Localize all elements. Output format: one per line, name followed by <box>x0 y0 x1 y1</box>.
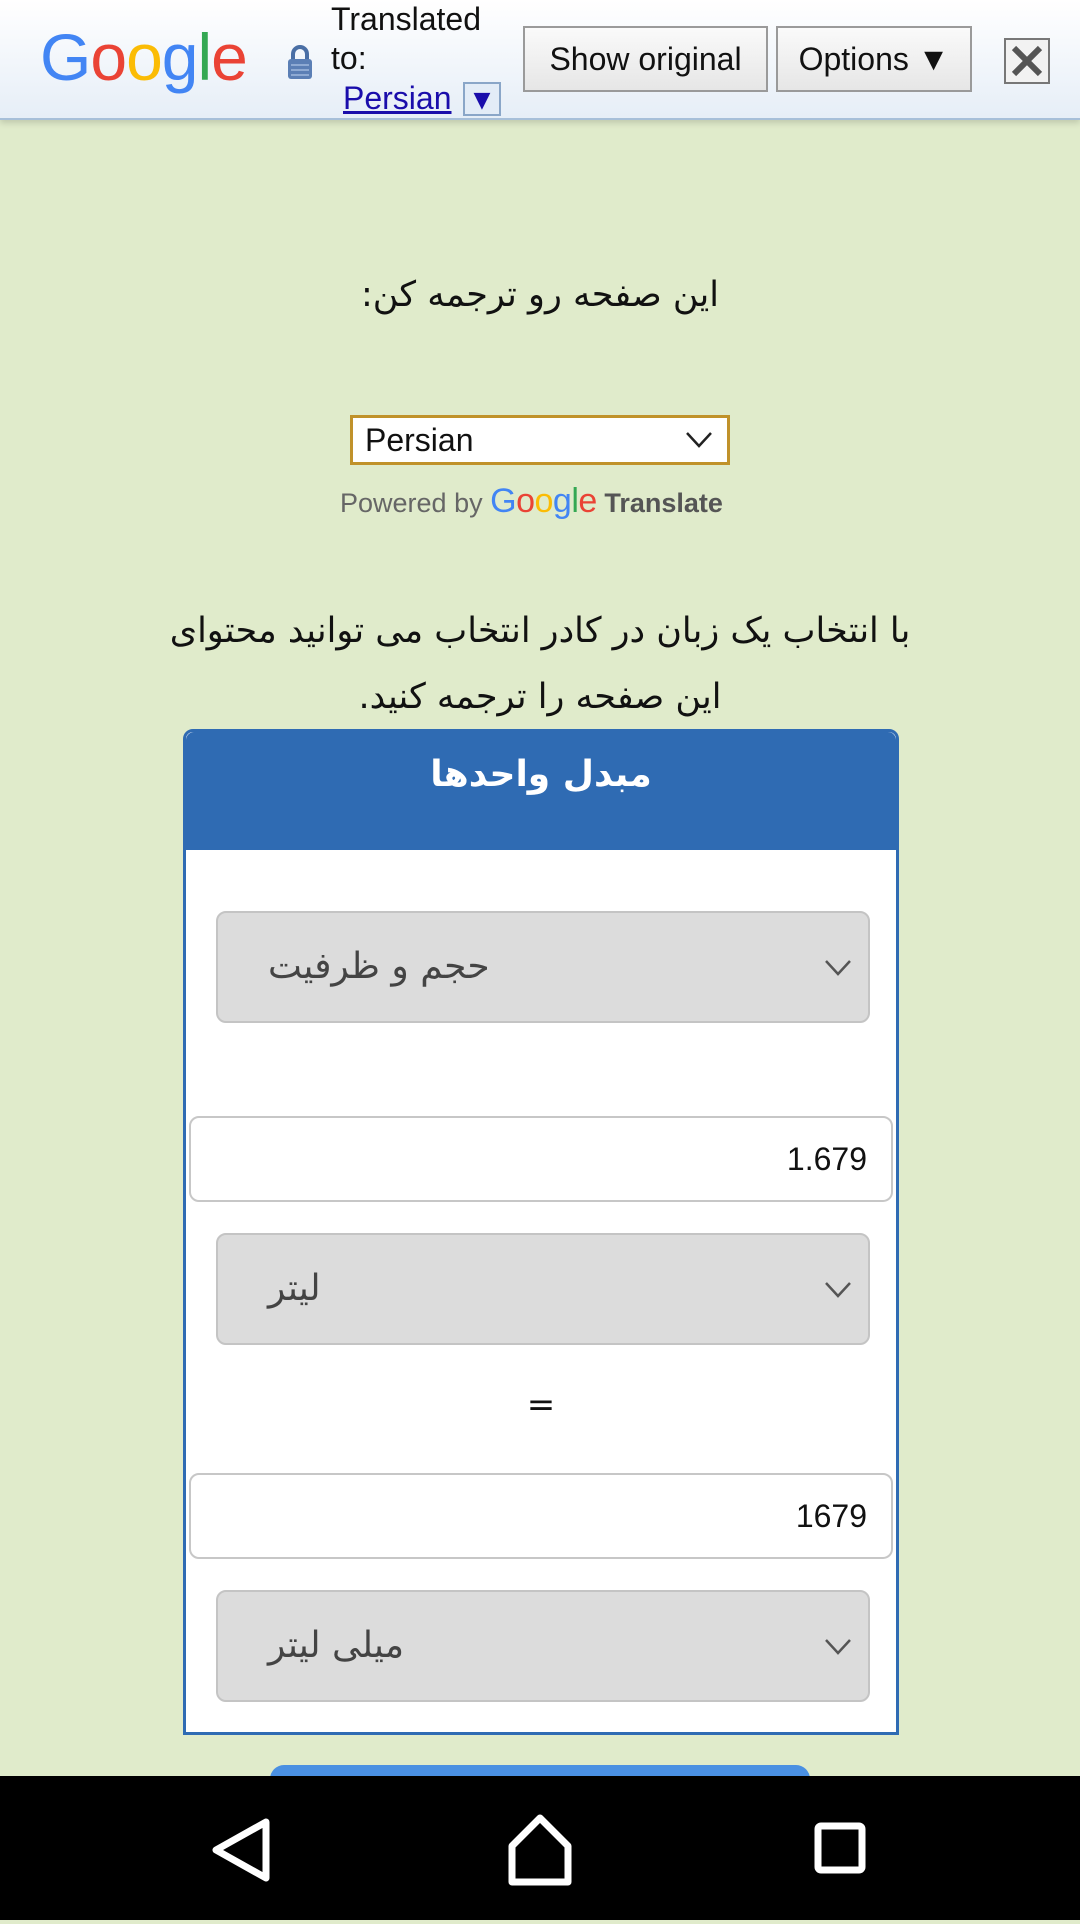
from-unit-select[interactable]: لیتر <box>216 1233 870 1345</box>
translate-prompt: این صفحه رو ترجمه کن: <box>361 275 719 315</box>
category-select[interactable]: حجم و ظرفیت <box>216 911 870 1023</box>
output-value-field[interactable]: 1679 <box>189 1473 893 1559</box>
close-button[interactable] <box>1004 38 1050 84</box>
options-button[interactable]: Options ▼ <box>776 26 972 92</box>
google-translate-bar: Google Translated to: Persian ▼ Show ori… <box>0 0 1080 120</box>
chevron-down-icon <box>686 432 712 448</box>
powered-by-label: Powered by <box>340 488 483 518</box>
recents-button[interactable] <box>780 1776 900 1920</box>
powered-by-google-translate[interactable]: Powered by Google Translate <box>340 478 723 526</box>
chevron-down-icon <box>825 960 851 976</box>
category-select-value: حجم و ظرفیت <box>268 946 490 987</box>
language-dropdown-button[interactable]: ▼ <box>463 82 501 116</box>
google-mini-logo: Google <box>490 482 597 520</box>
input-value-field[interactable]: 1.679 <box>189 1116 893 1202</box>
chevron-down-icon <box>825 1639 851 1655</box>
system-navigation-bar <box>0 1776 1080 1920</box>
language-select[interactable]: Persian <box>350 415 730 465</box>
language-select-value: Persian <box>365 422 474 458</box>
recents-icon <box>814 1822 866 1874</box>
from-unit-value: لیتر <box>268 1268 321 1309</box>
show-original-button[interactable]: Show original <box>523 26 768 92</box>
to-unit-value: میلی لیتر <box>268 1625 405 1666</box>
lock-icon <box>288 45 312 79</box>
translated-to-label: Translated to: <box>331 1 481 76</box>
to-unit-select[interactable]: میلی لیتر <box>216 1590 870 1702</box>
back-button[interactable] <box>182 1776 302 1920</box>
equals-sign: = <box>526 1385 556 1425</box>
target-language-link[interactable]: Persian <box>343 80 452 116</box>
google-logo: Google <box>40 20 248 94</box>
converter-title: مبدل واحدها <box>186 732 896 850</box>
back-icon <box>212 1818 270 1882</box>
close-icon <box>1011 45 1043 77</box>
home-button[interactable] <box>480 1776 600 1920</box>
translate-label: Translate <box>604 488 723 518</box>
home-icon <box>508 1814 572 1886</box>
unit-converter-card: مبدل واحدها حجم و ظرفیت 1.679 لیتر = 167… <box>183 729 899 1735</box>
chevron-down-icon <box>825 1282 851 1298</box>
translate-description: با انتخاب یک زبان در کادر انتخاب می توان… <box>169 611 911 717</box>
